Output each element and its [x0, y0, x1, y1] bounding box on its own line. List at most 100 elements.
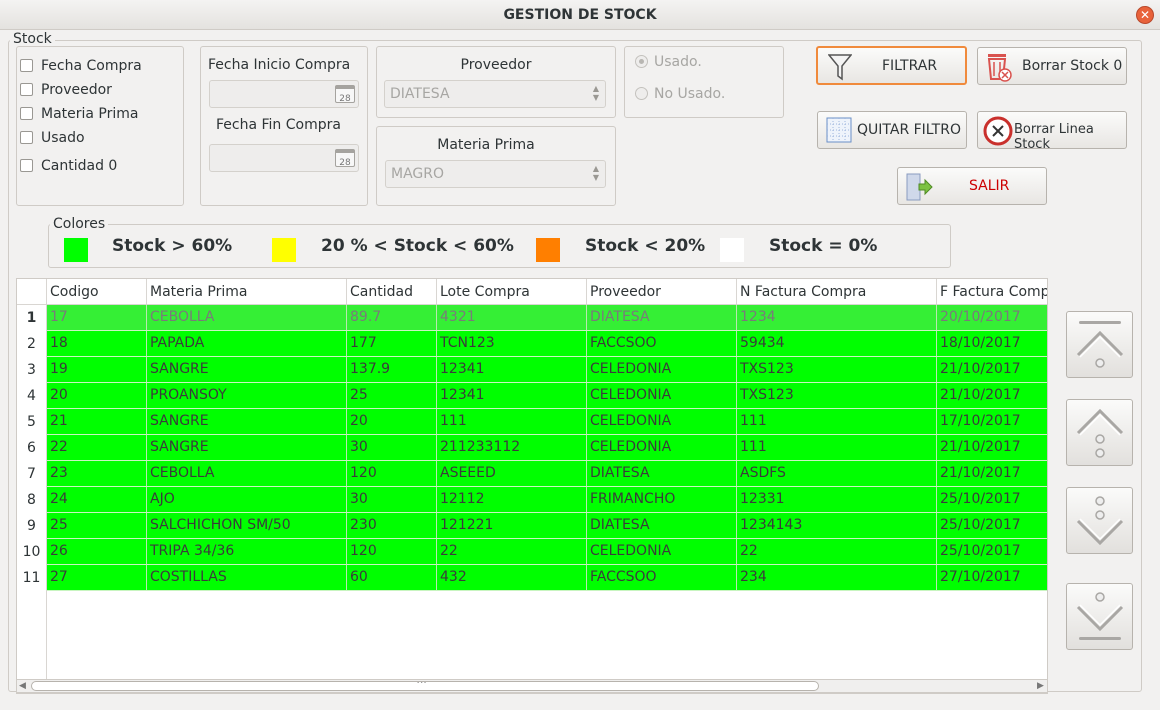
table-cell[interactable]: 211233112 — [437, 435, 587, 460]
table-cell[interactable]: 21/10/2017 — [937, 383, 1047, 408]
table-cell[interactable]: TXS123 — [737, 357, 937, 382]
table-cell[interactable]: 24 — [47, 487, 147, 512]
table-row[interactable]: 21 SANGRE 20 111 CELEDONIA 111 17/10/2017 — [47, 409, 1047, 435]
column-header-n-factura[interactable]: N Factura Compra — [737, 279, 937, 305]
table-cell[interactable]: CEBOLLA — [147, 305, 347, 330]
table-cell[interactable]: 177 — [347, 331, 437, 356]
table-cell[interactable]: 22 — [737, 539, 937, 564]
table-cell[interactable]: 60 — [347, 565, 437, 590]
table-cell[interactable]: SANGRE — [147, 357, 347, 382]
row-number[interactable]: 11 — [17, 565, 47, 591]
table-cell[interactable]: 21/10/2017 — [937, 461, 1047, 486]
table-row[interactable]: 26 TRIPA 34/36 120 22 CELEDONIA 22 25/10/2017 — [47, 539, 1047, 565]
table-cell[interactable]: 17/10/2017 — [937, 409, 1047, 434]
table-cell[interactable]: 111 — [737, 409, 937, 434]
row-number[interactable]: 8 — [17, 487, 47, 513]
table-cell[interactable]: TRIPA 34/36 — [147, 539, 347, 564]
filtrar-button[interactable]: FILTRAR — [816, 46, 967, 85]
column-header-materia-prima[interactable]: Materia Prima — [147, 279, 347, 305]
table-cell[interactable]: SALCHICHON SM/50 — [147, 513, 347, 538]
radio-no-usado[interactable]: No Usado. — [635, 83, 725, 105]
table-cell[interactable]: ASEEED — [437, 461, 587, 486]
table-cell[interactable]: 432 — [437, 565, 587, 590]
table-cell[interactable]: 25 — [347, 383, 437, 408]
table-cell[interactable]: COSTILLAS — [147, 565, 347, 590]
checkbox-cantidad-0[interactable]: Cantidad 0 — [20, 155, 117, 177]
table-cell[interactable]: 111 — [437, 409, 587, 434]
table-cell[interactable]: 30 — [347, 487, 437, 512]
table-row[interactable]: 22 SANGRE 30 211233112 CELEDONIA 111 21/10/201… — [47, 435, 1047, 461]
salir-button[interactable]: SALIR — [897, 167, 1047, 205]
table-cell[interactable]: DIATESA — [587, 305, 737, 330]
row-number[interactable]: 1 — [17, 305, 47, 331]
table-cell[interactable]: 18/10/2017 — [937, 331, 1047, 356]
table-cell[interactable]: 1234143 — [737, 513, 937, 538]
table-cell[interactable]: FACCSOO — [587, 331, 737, 356]
table-cell[interactable]: 19 — [47, 357, 147, 382]
table-cell[interactable]: 26 — [47, 539, 147, 564]
move-to-top-button[interactable] — [1066, 311, 1133, 378]
close-icon[interactable]: ✕ — [1136, 6, 1154, 24]
table-cell[interactable]: SANGRE — [147, 409, 347, 434]
table-cell[interactable]: 12331 — [737, 487, 937, 512]
table-cell[interactable]: ASDFS — [737, 461, 937, 486]
table-cell[interactable]: SANGRE — [147, 435, 347, 460]
table-row[interactable]: 18 PAPADA 177 TCN123 FACCSOO 59434 18/10/2017 — [47, 331, 1047, 357]
scroll-right-arrow-icon[interactable]: ▶ — [1037, 681, 1044, 691]
table-cell[interactable]: TCN123 — [437, 331, 587, 356]
table-cell[interactable]: DIATESA — [587, 461, 737, 486]
row-number[interactable]: 6 — [17, 435, 47, 461]
row-number[interactable]: 5 — [17, 409, 47, 435]
table-cell[interactable]: CELEDONIA — [587, 357, 737, 382]
table-row[interactable]: 24 AJO 30 12112 FRIMANCHO 12331 25/10/2017 — [47, 487, 1047, 513]
borrar-linea-stock-button[interactable]: Borrar Linea Stock — [977, 111, 1127, 152]
table-cell[interactable]: 30 — [347, 435, 437, 460]
table-cell[interactable]: 25/10/2017 — [937, 513, 1047, 538]
table-cell[interactable]: 21/10/2017 — [937, 357, 1047, 382]
scroll-left-arrow-icon[interactable]: ◀ — [19, 681, 26, 691]
table-cell[interactable]: 25/10/2017 — [937, 539, 1047, 564]
table-cell[interactable]: 234 — [737, 565, 937, 590]
table-cell[interactable]: 137.9 — [347, 357, 437, 382]
table-cell[interactable]: 21 — [47, 409, 147, 434]
table-cell[interactable]: CELEDONIA — [587, 539, 737, 564]
borrar-stock-0-button[interactable]: Borrar Stock 0 — [977, 47, 1127, 85]
column-header-lote-compra[interactable]: Lote Compra — [437, 279, 587, 305]
radio-usado[interactable]: Usado. — [635, 51, 702, 73]
table-row[interactable]: 19 SANGRE 137.9 12341 CELEDONIA TXS123 21/10/2… — [47, 357, 1047, 383]
row-number[interactable]: 7 — [17, 461, 47, 487]
table-row[interactable]: 27 COSTILLAS 60 432 FACCSOO 234 27/10/2017 — [47, 565, 1047, 591]
table-cell[interactable]: CELEDONIA — [587, 409, 737, 434]
table-cell[interactable]: 89.7 — [347, 305, 437, 330]
table-cell[interactable]: CELEDONIA — [587, 435, 737, 460]
table-cell[interactable]: 27 — [47, 565, 147, 590]
table-cell[interactable]: 230 — [347, 513, 437, 538]
table-cell[interactable]: 121221 — [437, 513, 587, 538]
table-cell[interactable]: 17 — [47, 305, 147, 330]
table-cell[interactable]: FRIMANCHO — [587, 487, 737, 512]
table-cell[interactable]: 20 — [347, 409, 437, 434]
materia-prima-select[interactable]: MAGRO ▲ ▼ — [385, 160, 606, 188]
table-cell[interactable]: DIATESA — [587, 513, 737, 538]
table-cell[interactable]: 12112 — [437, 487, 587, 512]
column-header-proveedor[interactable]: Proveedor — [587, 279, 737, 305]
table-cell[interactable]: 20 — [47, 383, 147, 408]
table-cell[interactable]: 1234 — [737, 305, 937, 330]
move-up-button[interactable] — [1066, 399, 1133, 466]
table-cell[interactable]: 59434 — [737, 331, 937, 356]
row-number[interactable]: 10 — [17, 539, 47, 565]
table-row[interactable]: 25 SALCHICHON SM/50 230 121221 DIATESA 123414… — [47, 513, 1047, 539]
table-cell[interactable]: 18 — [47, 331, 147, 356]
table-cell[interactable]: CELEDONIA — [587, 383, 737, 408]
calendar-icon[interactable]: 28 — [335, 149, 355, 168]
checkbox-proveedor[interactable]: Proveedor — [20, 79, 112, 101]
table-cell[interactable]: 22 — [47, 435, 147, 460]
checkbox-usado[interactable]: Usado — [20, 127, 85, 149]
table-cell[interactable]: 25/10/2017 — [937, 487, 1047, 512]
table-cell[interactable]: 12341 — [437, 357, 587, 382]
table-cell[interactable]: PROANSOY — [147, 383, 347, 408]
row-number[interactable]: 4 — [17, 383, 47, 409]
row-number[interactable]: 9 — [17, 513, 47, 539]
column-header-cantidad[interactable]: Cantidad — [347, 279, 437, 305]
table-cell[interactable]: 23 — [47, 461, 147, 486]
